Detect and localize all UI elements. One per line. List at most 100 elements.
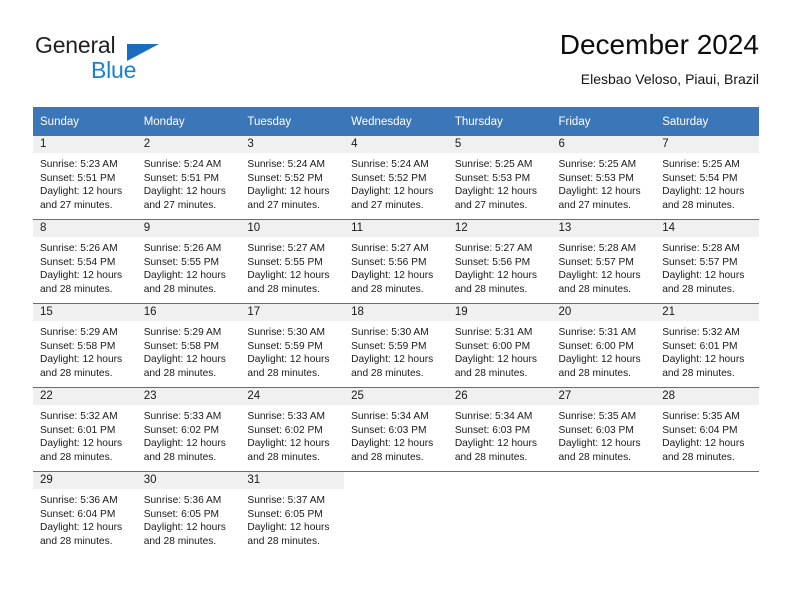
sunset-text: Sunset: 5:59 PM [351,340,427,352]
daylight-text-line2: and 27 minutes. [558,199,632,211]
calendar-day-cell[interactable]: 3 Sunrise: 5:24 AM Sunset: 5:52 PM Daylight… [240,136,345,220]
calendar-day-cell[interactable]: 30 Sunrise: 5:36 AM Sunset: 6:05 PM Dayligh… [136,471,241,555]
calendar-day-cell[interactable]: 15 Sunrise: 5:29 AM Sunset: 5:58 PM Dayligh… [33,303,137,388]
daylight-text-line2: and 28 minutes. [40,283,113,295]
day-details: Sunrise: 5:37 AM Sunset: 6:05 PM Daylight:… [240,489,344,548]
sunset-text: Sunset: 5:55 PM [143,256,220,268]
calendar-day-cell[interactable]: 31 Sunrise: 5:37 AM Sunset: 6:05 PM Dayligh… [240,471,345,555]
day-number: 29 [33,472,137,489]
daylight-text-line1: Daylight: 12 hours [351,438,434,450]
sunset-text: Sunset: 5:53 PM [454,172,531,184]
weekday-header-monday: Monday [136,107,241,136]
daylight-text-line1: Daylight: 12 hours [558,438,641,450]
calendar-day-cell[interactable]: 12 Sunrise: 5:27 AM Sunset: 5:56 PM Dayligh… [447,219,552,304]
calendar-day-cell-empty [655,471,759,555]
day-details: Sunrise: 5:28 AM Sunset: 5:57 PM Daylight:… [655,237,759,296]
title-block: December 2024 Elesbao Veloso, Piaui, Bra… [560,28,759,89]
daylight-text-line2: and 28 minutes. [40,451,113,463]
calendar-day-cell[interactable]: 11 Sunrise: 5:27 AM Sunset: 5:56 PM Dayligh… [344,219,448,304]
daylight-text-line1: Daylight: 12 hours [662,438,745,450]
day-number [344,472,448,489]
day-details: Sunrise: 5:26 AM Sunset: 5:55 PM Daylight:… [137,237,241,296]
day-number: 19 [447,304,552,321]
daylight-text-line2: and 28 minutes. [143,535,217,547]
day-number: 5 [447,136,552,153]
daylight-text-line2: and 28 minutes. [351,367,424,379]
sunset-text: Sunset: 6:02 PM [247,424,323,436]
day-number: 22 [33,388,137,405]
calendar-day-cell[interactable]: 5 Sunrise: 5:25 AM Sunset: 5:53 PM Daylight… [447,136,552,220]
daylight-text-line2: and 27 minutes. [143,199,217,211]
calendar-day-cell[interactable]: 19 Sunrise: 5:31 AM Sunset: 6:00 PM Dayligh… [447,303,552,388]
sunset-text: Sunset: 6:00 PM [558,340,634,352]
calendar-day-cell[interactable]: 18 Sunrise: 5:30 AM Sunset: 5:59 PM Dayligh… [344,303,448,388]
daylight-text-line1: Daylight: 12 hours [558,186,641,198]
calendar-body: 1 Sunrise: 5:23 AM Sunset: 5:51 PM Daylight… [33,136,759,555]
calendar-day-cell[interactable]: 8 Sunrise: 5:26 AM Sunset: 5:54 PM Daylight… [33,219,137,304]
daylight-text-line2: and 28 minutes. [351,283,424,295]
day-details: Sunrise: 5:33 AM Sunset: 6:02 PM Daylight:… [240,405,344,464]
day-details: Sunrise: 5:32 AM Sunset: 6:01 PM Daylight:… [33,405,137,464]
day-number: 11 [344,220,448,237]
day-number [655,472,759,489]
day-details: Sunrise: 5:24 AM Sunset: 5:52 PM Daylight:… [344,153,448,212]
sunset-text: Sunset: 5:55 PM [247,256,323,268]
sunset-text: Sunset: 5:58 PM [40,340,116,352]
sunset-text: Sunset: 5:52 PM [247,172,323,184]
sunset-text: Sunset: 6:03 PM [454,424,531,436]
calendar-day-cell[interactable]: 22 Sunrise: 5:32 AM Sunset: 6:01 PM Dayligh… [33,387,137,472]
sunset-text: Sunset: 6:04 PM [662,424,738,436]
calendar-day-cell[interactable]: 9 Sunrise: 5:26 AM Sunset: 5:55 PM Daylight… [136,219,241,304]
sunrise-text: Sunrise: 5:29 AM [40,327,118,338]
page-header: General Blue December 2024 Elesbao Velos… [33,28,759,98]
daylight-text-line2: and 28 minutes. [40,535,113,547]
calendar-day-cell[interactable]: 1 Sunrise: 5:23 AM Sunset: 5:51 PM Daylight… [33,136,137,220]
general-blue-logo: General Blue [33,32,243,90]
day-details: Sunrise: 5:34 AM Sunset: 6:03 PM Daylight:… [344,405,448,464]
calendar-day-cell[interactable]: 20 Sunrise: 5:31 AM Sunset: 6:00 PM Dayligh… [551,303,656,388]
calendar-day-cell[interactable]: 25 Sunrise: 5:34 AM Sunset: 6:03 PM Dayligh… [344,387,448,472]
calendar-week-row: 15 Sunrise: 5:29 AM Sunset: 5:58 PM Dayligh… [33,303,759,388]
calendar-day-cell[interactable]: 27 Sunrise: 5:35 AM Sunset: 6:03 PM Dayligh… [551,387,656,472]
calendar-day-cell[interactable]: 28 Sunrise: 5:35 AM Sunset: 6:04 PM Dayligh… [655,387,759,472]
calendar-day-cell[interactable]: 24 Sunrise: 5:33 AM Sunset: 6:02 PM Dayligh… [240,387,345,472]
day-number: 6 [551,136,656,153]
calendar-day-cell[interactable]: 17 Sunrise: 5:30 AM Sunset: 5:59 PM Dayligh… [240,303,345,388]
calendar-day-cell[interactable]: 16 Sunrise: 5:29 AM Sunset: 5:58 PM Dayligh… [136,303,241,388]
daylight-text-line2: and 28 minutes. [662,367,735,379]
calendar-day-cell[interactable]: 2 Sunrise: 5:24 AM Sunset: 5:51 PM Daylight… [136,136,241,220]
day-details: Sunrise: 5:25 AM Sunset: 5:54 PM Daylight:… [655,153,759,212]
day-details: Sunrise: 5:31 AM Sunset: 6:00 PM Daylight:… [552,321,656,380]
calendar-day-cell[interactable]: 4 Sunrise: 5:24 AM Sunset: 5:52 PM Daylight… [344,136,448,220]
day-details: Sunrise: 5:25 AM Sunset: 5:53 PM Daylight:… [448,153,552,212]
day-details: Sunrise: 5:35 AM Sunset: 6:03 PM Daylight:… [552,405,656,464]
sunset-text: Sunset: 6:00 PM [454,340,531,352]
day-number: 21 [655,304,759,321]
calendar-day-cell[interactable]: 26 Sunrise: 5:34 AM Sunset: 6:03 PM Dayligh… [447,387,552,472]
calendar-week-row: 8 Sunrise: 5:26 AM Sunset: 5:54 PM Daylight… [33,219,759,304]
daylight-text-line1: Daylight: 12 hours [247,438,330,450]
sunset-text: Sunset: 5:51 PM [40,172,116,184]
sunrise-text: Sunrise: 5:24 AM [351,159,429,170]
day-details: Sunrise: 5:32 AM Sunset: 6:01 PM Daylight:… [655,321,759,380]
calendar-day-cell[interactable]: 23 Sunrise: 5:33 AM Sunset: 6:02 PM Dayligh… [136,387,241,472]
daylight-text-line1: Daylight: 12 hours [143,270,226,282]
calendar-day-cell[interactable]: 10 Sunrise: 5:27 AM Sunset: 5:55 PM Dayligh… [240,219,345,304]
calendar-day-cell[interactable]: 13 Sunrise: 5:28 AM Sunset: 5:57 PM Dayligh… [551,219,656,304]
daylight-text-line2: and 28 minutes. [40,367,113,379]
day-details: Sunrise: 5:29 AM Sunset: 5:58 PM Daylight:… [137,321,241,380]
daylight-text-line2: and 28 minutes. [454,367,528,379]
day-number: 7 [655,136,759,153]
calendar-day-cell[interactable]: 6 Sunrise: 5:25 AM Sunset: 5:53 PM Daylight… [551,136,656,220]
sunrise-text: Sunrise: 5:23 AM [40,159,118,170]
weekday-header-sunday: Sunday [33,107,137,136]
daylight-text-line1: Daylight: 12 hours [40,522,123,534]
daylight-text-line1: Daylight: 12 hours [558,354,641,366]
sunrise-text: Sunrise: 5:36 AM [40,495,118,506]
calendar-day-cell[interactable]: 21 Sunrise: 5:32 AM Sunset: 6:01 PM Dayligh… [655,303,759,388]
calendar-day-cell[interactable]: 14 Sunrise: 5:28 AM Sunset: 5:57 PM Dayligh… [655,219,759,304]
daylight-text-line1: Daylight: 12 hours [143,186,226,198]
calendar-day-cell[interactable]: 7 Sunrise: 5:25 AM Sunset: 5:54 PM Daylight… [655,136,759,220]
weekday-header-friday: Friday [551,107,656,136]
calendar-day-cell[interactable]: 29 Sunrise: 5:36 AM Sunset: 6:04 PM Dayligh… [33,471,137,555]
